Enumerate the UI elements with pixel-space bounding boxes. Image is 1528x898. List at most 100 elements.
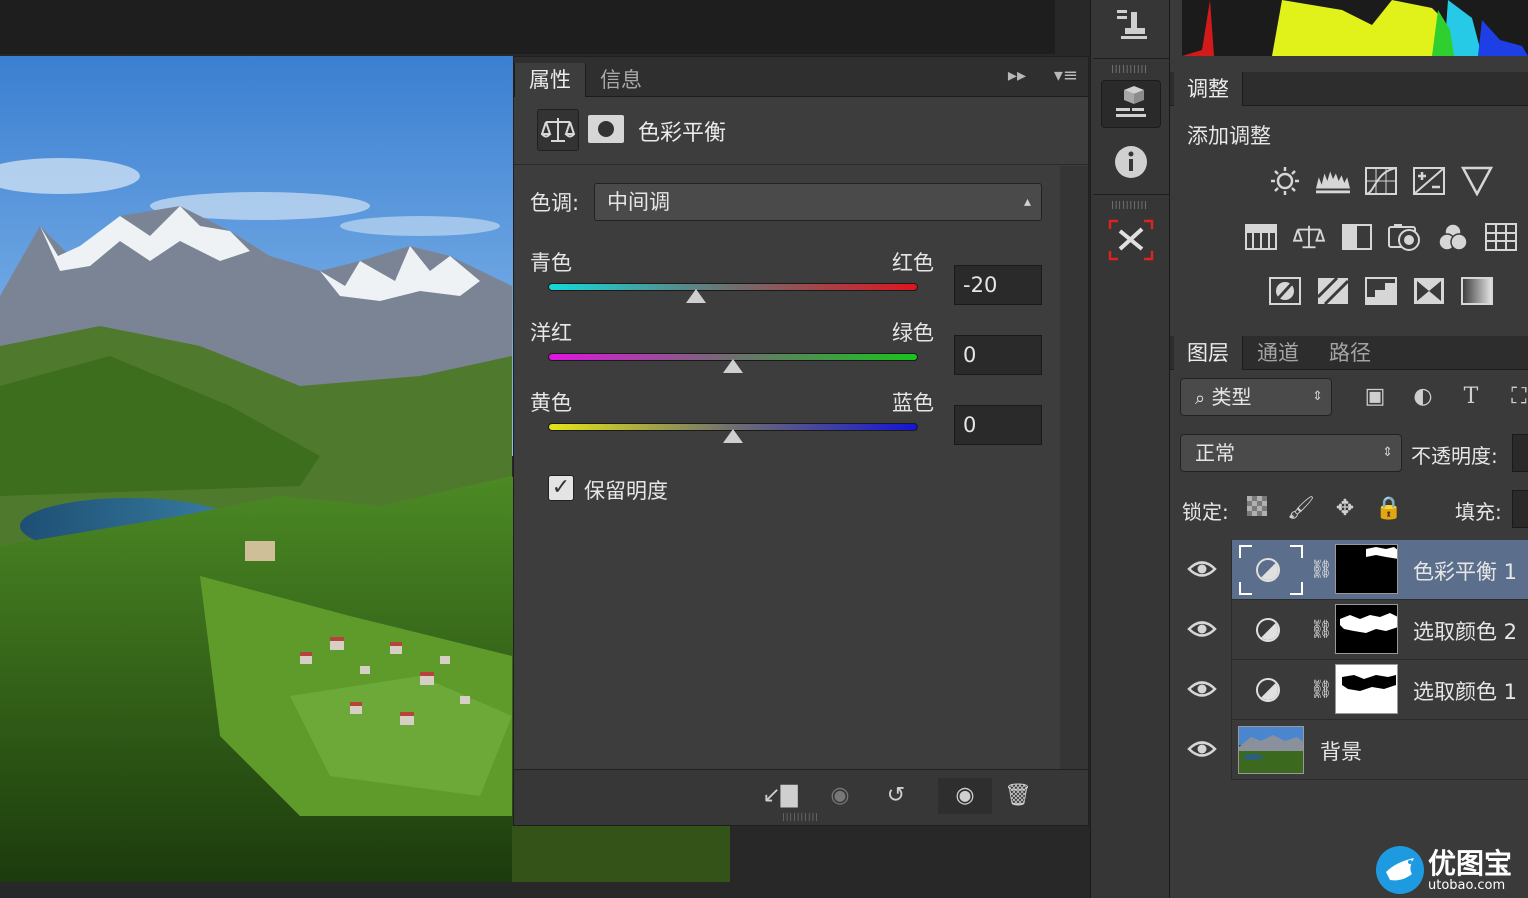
layer-row[interactable]: ⛓ 选取颜色 1 [1170,660,1528,720]
adjustment-thumb-icon[interactable] [1256,558,1280,582]
layer-name[interactable]: 色彩平衡 1 [1413,556,1517,586]
tool-presets-icon[interactable] [1101,216,1161,264]
levels-icon[interactable] [1316,166,1350,196]
add-adjustment-label: 添加调整 [1187,124,1271,148]
visibility-eye-icon[interactable] [1187,678,1217,700]
reset-icon[interactable]: ↺ [874,778,918,814]
histogram [1182,0,1528,56]
slider-thumb[interactable] [723,429,743,443]
opacity-field[interactable] [1512,434,1528,472]
panel-resize-grip[interactable]: |||||||||| [782,812,819,821]
slider-track[interactable] [548,283,918,291]
tab-properties[interactable]: 属性 [514,63,586,97]
strip-grip[interactable]: |||||||||| [1111,64,1148,73]
strip-grip[interactable]: |||||||||| [1111,200,1148,209]
adjustments-tabbar: 调整 [1170,72,1528,106]
channel-mixer-icon[interactable] [1436,222,1470,252]
black-white-icon[interactable] [1340,222,1374,252]
bird-logo-icon [1376,846,1424,894]
adjustment-thumb-icon[interactable] [1256,678,1280,702]
tab-paths[interactable]: 路径 [1316,336,1384,370]
photo-filter-icon[interactable] [1388,222,1422,252]
adjustment-layer-filter-icon[interactable]: ◐ [1408,382,1438,412]
layer-row[interactable]: 背景 [1170,720,1528,780]
brightness-contrast-icon[interactable] [1268,166,1302,196]
slider-yellow-blue: 黄色 蓝色 0 [530,387,1050,451]
search-icon: ⌕ [1195,388,1206,409]
slider-right-label: 绿色 [892,321,934,345]
chain-link-icon[interactable]: ⛓ [1310,674,1333,706]
visibility-eye-icon[interactable] [1187,558,1217,580]
threshold-icon[interactable] [1364,276,1398,306]
blend-mode-select[interactable]: 正常 ⇕ [1180,434,1402,472]
slider-left-label: 青色 [530,251,572,275]
type-layer-filter-icon[interactable]: T [1456,382,1486,412]
tab-info[interactable]: 信息 [586,63,656,97]
layer-filter-select[interactable]: ⌕ 类型 ⇕ [1180,378,1332,416]
layer-mask-icon[interactable] [588,115,624,143]
lock-brush-icon[interactable]: 🖌 [1286,494,1316,524]
lock-position-icon[interactable]: ✥ [1330,494,1360,524]
layer-mask-thumb[interactable] [1335,664,1398,714]
background-thumb[interactable] [1238,726,1304,774]
pixel-layer-filter-icon[interactable]: ▣ [1360,382,1390,412]
tone-select[interactable]: 中间调 ▴ [594,183,1042,221]
layer-name[interactable]: 选取颜色 2 [1413,616,1517,646]
tab-layers[interactable]: 图层 [1174,336,1243,370]
slider-right-label: 红色 [892,251,934,275]
visibility-eye-icon[interactable] [1187,618,1217,640]
lock-transparent-icon[interactable] [1242,494,1272,524]
clip-to-layer-icon[interactable]: ↙▇ [758,778,802,814]
gradient-map-icon[interactable] [1460,276,1494,306]
chain-link-icon[interactable]: ⛓ [1310,614,1333,646]
panel-menu-icon[interactable]: ▾≡ [1054,65,1078,86]
collapse-panel-icon[interactable]: ▸▸ [1008,65,1026,86]
visibility-eye-icon[interactable]: ◉ [938,778,992,814]
tone-select-value: 中间调 [607,190,670,214]
shape-layer-filter-icon[interactable]: ⛶ [1504,382,1528,412]
exposure-icon[interactable] [1412,166,1446,196]
preserve-luminosity-checkbox[interactable]: ✓ [548,475,574,501]
invert-icon[interactable] [1268,276,1302,306]
slider-left-label: 黄色 [530,391,572,415]
layer-row[interactable]: ⛓ 选取颜色 2 [1170,600,1528,660]
properties-header: 色彩平衡 [514,97,1088,165]
visibility-eye-icon[interactable] [1187,738,1217,760]
clone-source-icon[interactable] [1101,0,1161,48]
visibility-column [1170,600,1232,660]
chain-link-icon[interactable]: ⛓ [1310,554,1333,586]
slider-thumb[interactable] [686,289,706,303]
selective-color-icon[interactable] [1412,276,1446,306]
hue-saturation-icon[interactable] [1244,222,1278,252]
view-previous-state-icon[interactable]: ◉ [818,778,862,814]
layer-name[interactable]: 背景 [1320,736,1362,766]
vibrance-icon[interactable] [1460,166,1494,196]
balance-scale-icon[interactable] [537,109,579,151]
lock-all-icon[interactable]: 🔒 [1374,494,1404,524]
layer-row[interactable]: ⛓ 色彩平衡 1 [1170,540,1528,600]
slider-value-field[interactable]: 0 [954,335,1042,375]
color-balance-icon[interactable] [1292,222,1326,252]
tab-adjustments[interactable]: 调整 [1174,72,1243,106]
properties-panel: 属性 信息 ▸▸ ▾≡ 色彩平衡 色调: 中间调 ▴ 青色 红色 -20 洋红 … [513,56,1089,826]
curves-icon[interactable] [1364,166,1398,196]
slider-value-field[interactable]: -20 [954,265,1042,305]
properties-panel-icon[interactable] [1101,80,1161,128]
delete-trash-icon[interactable]: 🗑 [996,778,1040,814]
info-icon[interactable] [1101,138,1161,186]
tab-channels[interactable]: 通道 [1244,336,1312,370]
updown-arrow-icon: ▴ [1023,194,1031,210]
layer-mask-thumb[interactable] [1335,544,1398,594]
properties-scrollbar[interactable] [1060,166,1088,770]
updown-arrow-icon: ⇕ [1382,445,1393,460]
posterize-icon[interactable] [1316,276,1350,306]
adjustment-thumb-icon[interactable] [1256,618,1280,642]
color-lookup-icon[interactable] [1484,222,1518,252]
layer-name[interactable]: 选取颜色 1 [1413,676,1517,706]
slider-thumb[interactable] [723,359,743,373]
layer-mask-thumb[interactable] [1335,604,1398,654]
fill-field[interactable] [1512,490,1528,528]
slider-value-field[interactable]: 0 [954,405,1042,445]
right-panels: 调整 添加调整 图层 通道 路径 ⌕ 类型 ⇕ ▣ ◐ T ⛶ 正常 ⇕ 不透明… [1170,0,1528,898]
visibility-column [1170,540,1232,600]
